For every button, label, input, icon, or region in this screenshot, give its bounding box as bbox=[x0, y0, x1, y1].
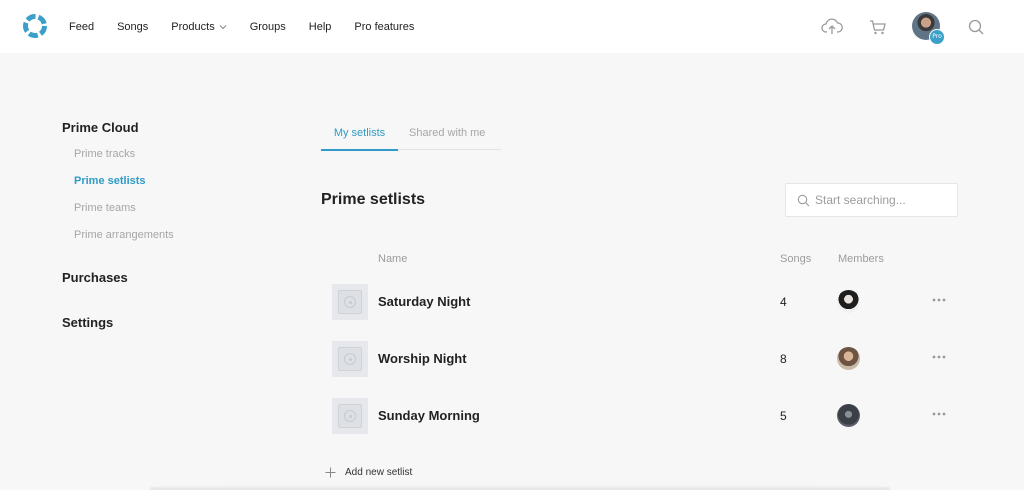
column-header-members: Members bbox=[838, 253, 884, 265]
cart-icon[interactable] bbox=[867, 16, 889, 38]
tab-my-setlists[interactable]: My setlists bbox=[321, 118, 398, 151]
setlist-name[interactable]: Sunday Morning bbox=[378, 408, 480, 423]
disc-icon bbox=[344, 410, 356, 422]
nav-pro-features[interactable]: Pro features bbox=[354, 21, 414, 33]
nav-help[interactable]: Help bbox=[309, 21, 332, 33]
sidebar-section-purchases[interactable]: Purchases bbox=[62, 270, 128, 285]
add-new-setlist-label: Add new setlist bbox=[345, 467, 413, 478]
column-header-songs: Songs bbox=[780, 253, 812, 265]
member-avatar[interactable] bbox=[837, 290, 860, 313]
setlist-search-box[interactable] bbox=[785, 183, 958, 217]
nav-products-label: Products bbox=[171, 20, 215, 33]
search-input[interactable] bbox=[815, 184, 950, 216]
member-avatar[interactable] bbox=[837, 347, 860, 370]
app-logo-icon[interactable] bbox=[22, 13, 48, 39]
nav-feed-label: Feed bbox=[69, 20, 95, 33]
sidebar-section-prime-cloud[interactable]: Prime Cloud bbox=[62, 120, 139, 135]
sidebar-item-prime-teams[interactable]: Prime teams bbox=[74, 202, 136, 214]
search-icon[interactable] bbox=[965, 16, 987, 38]
bottom-panel-shadow bbox=[150, 484, 890, 490]
top-nav-bar: Feed Songs Products Groups Help Pro feat… bbox=[0, 0, 1024, 53]
cloud-upload-icon[interactable] bbox=[821, 16, 843, 38]
setlist-tabs: My setlists Shared with me bbox=[321, 118, 501, 151]
song-count: 8 bbox=[780, 352, 787, 366]
page-title: Prime setlists bbox=[321, 191, 426, 208]
nav-help-label: Help bbox=[308, 20, 332, 33]
setlist-thumbnail bbox=[332, 284, 368, 320]
song-count: 4 bbox=[780, 295, 787, 309]
nav-groups-label: Groups bbox=[249, 20, 286, 33]
sidebar-section-settings[interactable]: Settings bbox=[62, 315, 113, 330]
add-new-setlist-button[interactable]: Add new setlist bbox=[325, 467, 412, 478]
member-avatar[interactable] bbox=[837, 404, 860, 427]
column-header-name: Name bbox=[378, 253, 408, 265]
sidebar-item-prime-setlists[interactable]: Prime setlists bbox=[74, 175, 146, 187]
tab-shared-with-me[interactable]: Shared with me bbox=[409, 118, 485, 149]
table-row[interactable]: Worship Night 8 bbox=[332, 341, 972, 377]
disc-icon bbox=[344, 353, 356, 365]
song-count: 5 bbox=[780, 409, 787, 423]
table-row[interactable]: Saturday Night 4 bbox=[332, 284, 972, 320]
nav-pro-features-label: Pro features bbox=[354, 20, 415, 33]
pro-badge: Pro bbox=[929, 29, 945, 45]
nav-groups[interactable]: Groups bbox=[250, 21, 286, 33]
sidebar-item-prime-tracks[interactable]: Prime tracks bbox=[74, 148, 135, 160]
nav-products[interactable]: Products bbox=[171, 20, 227, 33]
more-options-icon[interactable] bbox=[931, 349, 947, 365]
nav-songs-label: Songs bbox=[117, 20, 149, 33]
sidebar-item-prime-arrangements[interactable]: Prime arrangements bbox=[74, 229, 174, 241]
search-icon bbox=[797, 194, 810, 207]
setlist-name[interactable]: Saturday Night bbox=[378, 294, 470, 309]
table-row[interactable]: Sunday Morning 5 bbox=[332, 398, 972, 434]
more-options-icon[interactable] bbox=[931, 292, 947, 308]
main-nav: Feed Songs Products Groups Help Pro feat… bbox=[69, 0, 437, 53]
setlist-name[interactable]: Worship Night bbox=[378, 351, 467, 366]
user-avatar[interactable]: Pro bbox=[912, 12, 945, 45]
chevron-down-icon bbox=[219, 24, 227, 29]
more-options-icon[interactable] bbox=[931, 406, 947, 422]
disc-icon bbox=[344, 296, 356, 308]
setlist-thumbnail bbox=[332, 341, 368, 377]
plus-icon bbox=[325, 467, 336, 478]
nav-songs[interactable]: Songs bbox=[117, 21, 148, 33]
nav-feed[interactable]: Feed bbox=[69, 21, 94, 33]
setlist-thumbnail bbox=[332, 398, 368, 434]
